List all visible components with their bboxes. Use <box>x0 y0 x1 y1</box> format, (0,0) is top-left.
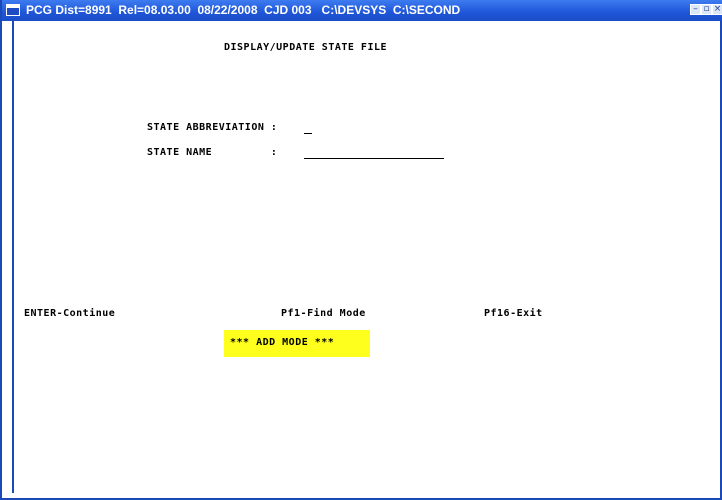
state-abbreviation-label: STATE ABBREVIATION : <box>147 122 278 133</box>
pf16-exit-key[interactable]: Pf16-Exit <box>484 308 543 319</box>
minimize-icon[interactable]: – <box>690 4 701 15</box>
window-title: PCG Dist=8991 Rel=08.03.00 08/22/2008 CJ… <box>26 3 461 17</box>
state-name-field[interactable] <box>304 146 444 159</box>
terminal-screen: DISPLAY/UPDATE STATE FILE STATE ABBREVIA… <box>12 21 720 493</box>
enter-continue-key[interactable]: ENTER-Continue <box>24 308 115 319</box>
screen-heading: DISPLAY/UPDATE STATE FILE <box>224 42 388 53</box>
close-icon[interactable]: × <box>712 4 722 15</box>
state-abbreviation-field[interactable] <box>304 121 312 134</box>
mode-banner: *** ADD MODE *** <box>224 330 370 357</box>
pf1-find-mode-key[interactable]: Pf1-Find Mode <box>281 308 366 319</box>
app-window: PCG Dist=8991 Rel=08.03.00 08/22/2008 CJ… <box>0 0 722 500</box>
title-bar[interactable]: PCG Dist=8991 Rel=08.03.00 08/22/2008 CJ… <box>2 0 722 21</box>
mode-banner-text: *** ADD MODE *** <box>230 337 335 348</box>
state-name-label: STATE NAME : <box>147 147 278 158</box>
window-menu-icon[interactable] <box>6 4 20 16</box>
restore-icon[interactable]: ▫ <box>701 4 712 15</box>
